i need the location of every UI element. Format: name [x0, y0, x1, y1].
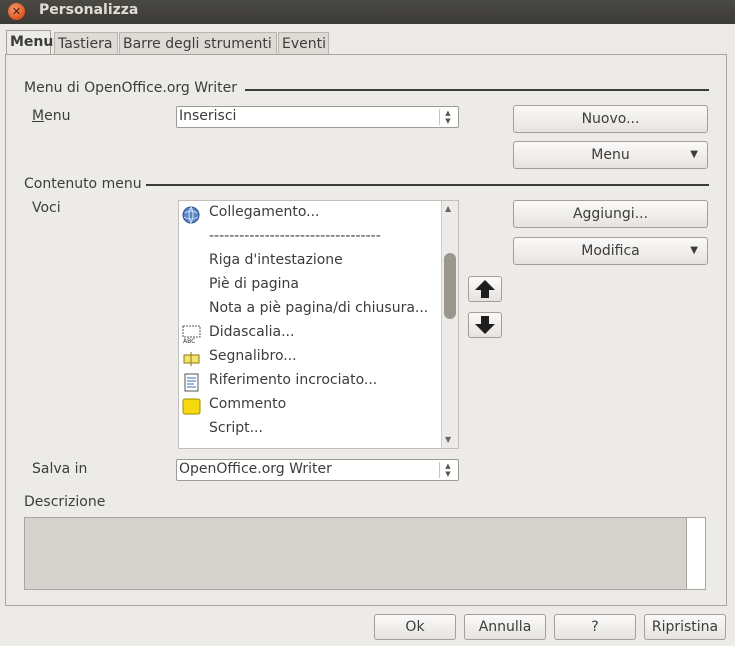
svg-text:ABC: ABC [183, 338, 195, 344]
menu-entries-list[interactable]: Collegamento... ------------------------… [178, 200, 459, 449]
bookmark-icon [182, 349, 201, 368]
cancel-button[interactable]: Annulla [464, 614, 546, 640]
close-button[interactable]: ✕ [8, 3, 25, 20]
comment-icon [182, 397, 201, 416]
menu-section-title: Menu di OpenOffice.org Writer [24, 80, 237, 96]
description-label: Descrizione [24, 494, 106, 510]
reset-button[interactable]: Ripristina [644, 614, 726, 640]
add-button[interactable]: Aggiungi... [513, 200, 708, 228]
move-down-button[interactable] [468, 312, 502, 338]
arrow-up-icon [475, 280, 495, 298]
tab-toolbars[interactable]: Barre degli strumenti [119, 32, 277, 54]
list-item[interactable]: Commento [209, 396, 286, 412]
list-item[interactable]: Piè di pagina [209, 276, 299, 292]
spin-arrows-icon: ▲ ▼ [439, 462, 456, 478]
list-item[interactable]: Collegamento... [209, 204, 319, 220]
menu-section-divider [245, 89, 709, 91]
list-item[interactable]: Riferimento incrociato... [209, 372, 377, 388]
list-item[interactable]: Didascalia... [209, 324, 294, 340]
description-box [24, 517, 706, 590]
list-item[interactable]: Nota a piè pagina/di chiusura... [209, 300, 428, 316]
tab-keyboard[interactable]: Tastiera [54, 32, 118, 54]
ok-button[interactable]: Ok [374, 614, 456, 640]
tab-events[interactable]: Eventi [278, 32, 329, 54]
list-item[interactable]: Script... [209, 420, 263, 436]
arrow-down-icon [475, 316, 495, 334]
save-in-label: Salva in [32, 461, 88, 477]
window-title: Personalizza [39, 2, 139, 18]
tab-menu[interactable]: Menu [6, 30, 53, 55]
help-button[interactable]: ? [554, 614, 636, 640]
menu-label: Menu [32, 108, 71, 124]
menu-dropdown-button[interactable]: Menu ▼ [513, 141, 708, 169]
list-scrollbar[interactable]: ▲ ▼ [441, 201, 458, 448]
scroll-down-icon[interactable]: ▼ [445, 435, 451, 444]
spin-arrows-icon: ▲ ▼ [439, 109, 456, 125]
caption-icon: ABC [182, 325, 201, 345]
list-item[interactable]: Segnalibro... [209, 348, 297, 364]
cross-reference-icon [182, 373, 201, 392]
new-button[interactable]: Nuovo... [513, 105, 708, 133]
menu-select-value: Inserisci [179, 108, 237, 124]
menu-select[interactable]: Inserisci ▲ ▼ [176, 106, 459, 128]
scrollbar-thumb[interactable] [444, 253, 456, 319]
chevron-down-icon: ▼ [690, 149, 698, 160]
title-bar: ✕ Personalizza [0, 0, 735, 24]
save-in-value: OpenOffice.org Writer [179, 461, 332, 477]
entries-label: Voci [32, 200, 61, 216]
modify-dropdown-button[interactable]: Modifica ▼ [513, 237, 708, 265]
save-in-select[interactable]: OpenOffice.org Writer ▲ ▼ [176, 459, 459, 481]
content-section-divider [146, 184, 709, 186]
list-item[interactable]: Riga d'intestazione [209, 252, 343, 268]
scroll-up-icon[interactable]: ▲ [445, 204, 451, 213]
menu-button-label: Menu [591, 147, 630, 163]
content-section-title: Contenuto menu [24, 176, 142, 192]
modify-button-label: Modifica [581, 243, 640, 259]
chevron-down-icon: ▼ [690, 245, 698, 256]
move-up-button[interactable] [468, 276, 502, 302]
globe-link-icon [182, 205, 201, 224]
list-separator[interactable]: ---------------------------------- [209, 228, 381, 244]
